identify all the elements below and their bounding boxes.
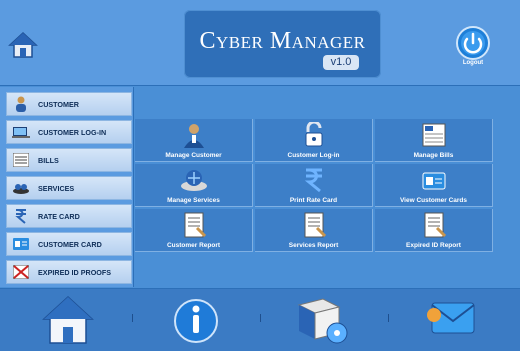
report-icon (299, 212, 329, 238)
sidebar-item-services[interactable]: SERVICES (6, 176, 132, 200)
manage-bills-icon (419, 122, 449, 148)
tile-services-report[interactable]: Services Report (255, 209, 373, 252)
tile-label: Print Rate Card (289, 197, 338, 204)
tile-customer-report[interactable]: Customer Report (135, 209, 253, 252)
rupee-icon (299, 167, 329, 193)
sidebar-item-label: SERVICES (38, 183, 75, 193)
tile-manage-bills[interactable]: Manage Bills (375, 119, 493, 162)
home-icon[interactable] (40, 293, 96, 345)
tile-view-customer-cards[interactable]: View Customer Cards (375, 164, 493, 207)
tile-label: Manage Bills (413, 152, 454, 159)
tile-customer-login[interactable]: Customer Log-in (255, 119, 373, 162)
dashboard-grid: Manage Customer Customer Log-in Manage B… (135, 119, 520, 254)
logout-label[interactable]: Logout (450, 60, 496, 66)
customer-card-icon (12, 236, 30, 252)
sidebar-item-label: CUSTOMER CARD (38, 239, 102, 249)
sidebar-item-label: EXPIRED ID PROOFS (38, 267, 112, 277)
info-icon[interactable] (168, 293, 224, 345)
sidebar-item-customer-login[interactable]: CUSTOMER LOG-IN (6, 120, 132, 144)
services-icon (12, 180, 30, 196)
sidebar-item-label: CUSTOMER LOG-IN (38, 127, 107, 137)
version-badge: v1.0 (323, 55, 359, 70)
tile-print-rate-card[interactable]: Print Rate Card (255, 164, 373, 207)
sidebar-item-expired-id-proofs[interactable]: EXPIRED ID PROOFS (6, 260, 132, 284)
footer-divider (132, 314, 133, 322)
app-title-box: Cyber Manager v1.0 (184, 10, 381, 78)
sidebar: CUSTOMER CUSTOMER LOG-IN BILLS SERVICES … (0, 87, 134, 287)
sidebar-item-bills[interactable]: BILLS (6, 148, 132, 172)
content-header (135, 87, 520, 117)
tile-manage-services[interactable]: Manage Services (135, 164, 253, 207)
rupee-icon (12, 208, 30, 224)
sidebar-item-rate-card[interactable]: RATE CARD (6, 204, 132, 228)
software-box-icon[interactable] (293, 293, 349, 345)
bills-icon (12, 152, 30, 168)
tile-label: View Customer Cards (399, 197, 468, 204)
tile-label: Expired ID Report (406, 242, 461, 249)
sidebar-item-label: RATE CARD (38, 211, 80, 221)
customer-cards-icon (419, 167, 449, 193)
customer-login-icon (299, 120, 329, 148)
tile-label: Customer Log-in (287, 152, 340, 159)
sidebar-item-label: BILLS (38, 155, 59, 165)
manage-customer-icon (179, 122, 209, 148)
report-icon (419, 212, 449, 238)
customer-login-icon (12, 124, 30, 140)
tile-label: Manage Services (167, 197, 220, 204)
header-bar: Cyber Manager v1.0 Logout (0, 0, 520, 86)
footer-divider (260, 314, 261, 322)
sidebar-item-customer-card[interactable]: CUSTOMER CARD (6, 232, 132, 256)
sidebar-item-customer[interactable]: CUSTOMER (6, 92, 132, 116)
mail-icon[interactable] (424, 293, 480, 345)
footer-divider (388, 314, 389, 322)
expired-id-icon (12, 264, 30, 280)
customer-icon (12, 96, 30, 112)
tile-expired-id-report[interactable]: Expired ID Report (375, 209, 493, 252)
power-icon[interactable] (455, 25, 491, 61)
manage-services-icon (179, 167, 209, 193)
tile-manage-customer[interactable]: Manage Customer (135, 119, 253, 162)
tile-label: Manage Customer (165, 152, 222, 159)
app-title: Cyber Manager (199, 28, 366, 54)
tile-label: Customer Report (166, 242, 221, 249)
tile-label: Services Report (288, 242, 339, 249)
sidebar-item-label: CUSTOMER (38, 99, 79, 109)
home-icon[interactable] (8, 30, 38, 60)
report-icon (179, 212, 209, 238)
